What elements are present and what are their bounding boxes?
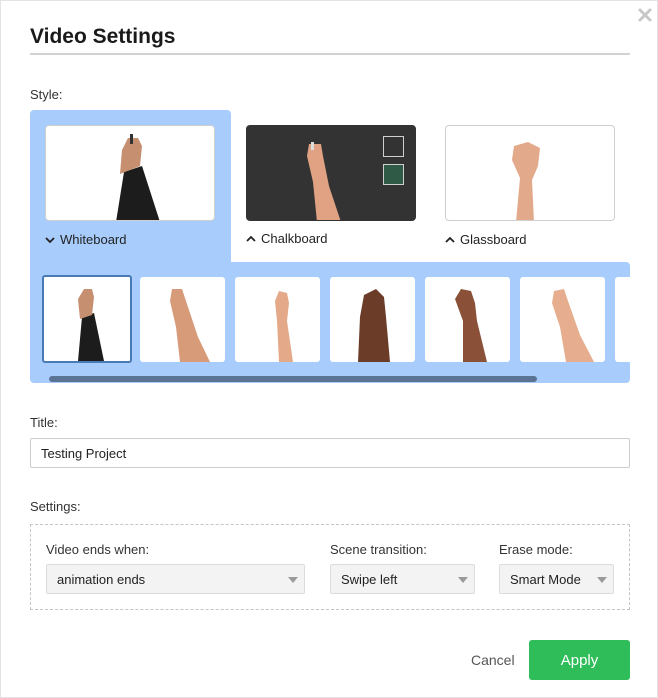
style-option-whiteboard[interactable]: Whiteboard <box>45 232 126 247</box>
dropdown-caret-icon <box>458 577 468 583</box>
video-ends-when-select[interactable]: animation ends <box>46 564 305 594</box>
glassboard-style-card[interactable] <box>445 125 615 221</box>
hand-thumbnail[interactable] <box>520 277 605 362</box>
title-divider <box>30 53 630 55</box>
thumbnail-scrollbar[interactable] <box>49 376 537 382</box>
hand-thumbnail-partial[interactable] <box>615 277 630 362</box>
chevron-down-icon <box>45 236 55 243</box>
scene-transition-value: Swipe left <box>341 571 398 587</box>
chalkboard-green-swatch[interactable] <box>383 164 404 185</box>
dialog-title: Video Settings <box>30 25 176 48</box>
hand-light-image <box>170 289 210 362</box>
hand-medium-skin-image <box>455 289 487 362</box>
hand-thumbnail[interactable] <box>235 277 320 362</box>
scene-transition-label: Scene transition: <box>330 542 427 557</box>
hand-thumbnail[interactable] <box>330 277 415 362</box>
erase-mode-select[interactable]: Smart Mode <box>499 564 614 594</box>
video-ends-when-label: Video ends when: <box>46 542 150 557</box>
hand-dark-sleeve-image <box>78 289 104 361</box>
erase-mode-label: Erase mode: <box>499 542 573 557</box>
style-option-chalkboard[interactable]: Chalkboard <box>246 231 328 246</box>
scene-transition-select[interactable]: Swipe left <box>330 564 475 594</box>
title-label: Title: <box>30 415 58 430</box>
hand-thumbnail[interactable] <box>140 277 225 362</box>
style-option-label: Whiteboard <box>60 232 127 247</box>
chalkboard-dark-swatch[interactable] <box>383 136 404 157</box>
hand-thumbnail[interactable] <box>425 277 510 362</box>
video-settings-dialog: Video Settings Style: Whiteboard Chalkbo… <box>0 0 658 698</box>
hand-light-image <box>552 289 594 362</box>
style-option-label: Chalkboard <box>261 231 328 246</box>
video-ends-when-value: animation ends <box>57 571 146 587</box>
style-option-label: Glassboard <box>460 232 527 247</box>
erase-mode-value: Smart Mode <box>510 571 581 587</box>
whiteboard-style-card[interactable] <box>45 125 215 221</box>
hand-dark-skin-image <box>358 289 390 362</box>
apply-button[interactable]: Apply <box>529 640 630 680</box>
title-input[interactable] <box>30 438 630 468</box>
hand-with-marker-image <box>116 134 160 220</box>
close-icon <box>638 8 652 22</box>
hand-light-image <box>275 291 293 362</box>
settings-label: Settings: <box>30 499 81 514</box>
chevron-up-icon <box>246 235 256 242</box>
chevron-up-icon <box>445 236 455 243</box>
cancel-button[interactable]: Cancel <box>471 652 515 668</box>
hand-fist-image <box>512 142 540 220</box>
close-button[interactable] <box>635 5 655 25</box>
hand-thumbnail[interactable] <box>42 275 132 363</box>
style-label: Style: <box>30 87 63 102</box>
dropdown-caret-icon <box>597 577 607 583</box>
style-option-glassboard[interactable]: Glassboard <box>445 232 526 247</box>
dropdown-caret-icon <box>288 577 298 583</box>
